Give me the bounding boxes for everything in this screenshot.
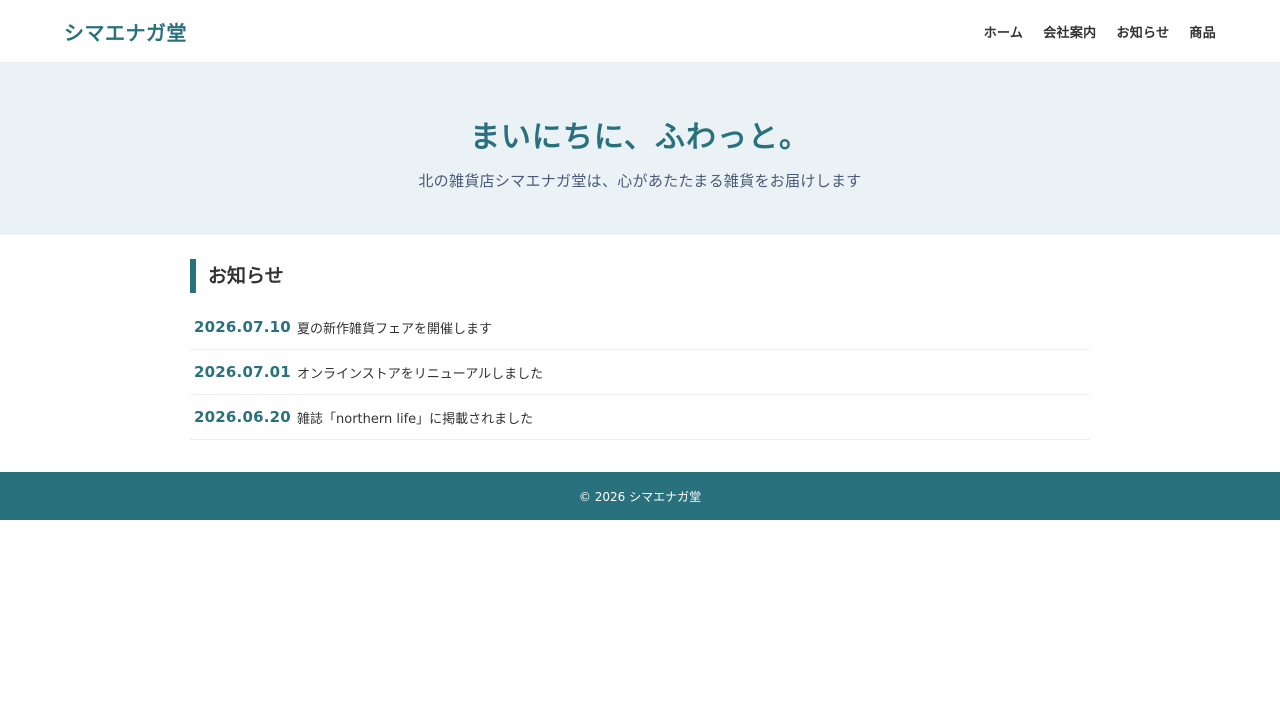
news-title-link[interactable]: 雑誌「northern life」に掲載されました bbox=[297, 408, 533, 427]
nav-item-home[interactable]: ホーム bbox=[984, 22, 1024, 41]
news-date: 2026.07.01 bbox=[194, 363, 291, 381]
hero-title: まいにちに、ふわっと。 bbox=[469, 119, 811, 155]
site-footer: © 2026 シマエナガ堂 bbox=[0, 472, 1280, 520]
hero-section: まいにちに、ふわっと。 北の雑貨店シマエナガ堂は、心があたたまる雑貨をお届けしま… bbox=[0, 63, 1280, 235]
site-header: シマエナガ堂 ホーム 会社案内 お知らせ 商品 bbox=[0, 0, 1280, 63]
news-title-link[interactable]: 夏の新作雑貨フェアを開催します bbox=[297, 318, 492, 337]
news-heading: お知らせ bbox=[190, 259, 1090, 293]
nav-item-company[interactable]: 会社案内 bbox=[1043, 22, 1096, 41]
news-date: 2026.06.20 bbox=[194, 408, 291, 426]
news-list: 2026.07.10 夏の新作雑貨フェアを開催します 2026.07.01 オン… bbox=[190, 305, 1090, 440]
site-logo[interactable]: シマエナガ堂 bbox=[64, 17, 187, 46]
news-item: 2026.07.10 夏の新作雑貨フェアを開催します bbox=[190, 305, 1090, 350]
news-title-link[interactable]: オンラインストアをリニューアルしました bbox=[297, 363, 543, 382]
main-nav: ホーム 会社案内 お知らせ 商品 bbox=[984, 22, 1216, 41]
hero-subtitle: 北の雑貨店シマエナガ堂は、心があたたまる雑貨をお届けします bbox=[418, 171, 862, 190]
news-section: お知らせ 2026.07.10 夏の新作雑貨フェアを開催します 2026.07.… bbox=[190, 259, 1090, 440]
copyright-text: © 2026 シマエナガ堂 bbox=[578, 489, 702, 504]
news-item: 2026.06.20 雑誌「northern life」に掲載されました bbox=[190, 395, 1090, 440]
nav-item-news[interactable]: お知らせ bbox=[1116, 22, 1169, 41]
news-item: 2026.07.01 オンラインストアをリニューアルしました bbox=[190, 350, 1090, 395]
nav-item-products[interactable]: 商品 bbox=[1189, 22, 1216, 41]
news-date: 2026.07.10 bbox=[194, 318, 291, 336]
